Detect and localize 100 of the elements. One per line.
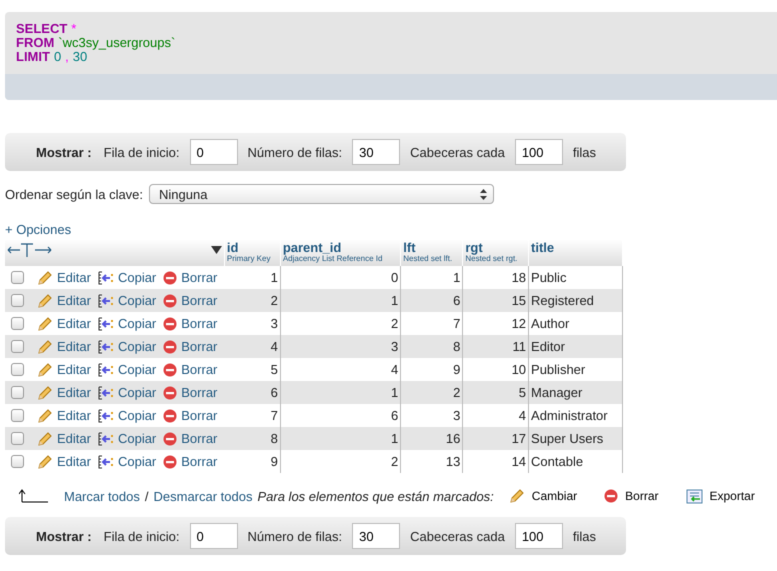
headers-every-field[interactable]: 100: [514, 139, 563, 165]
row-action-link[interactable]: Editar: [57, 385, 91, 400]
pencil-icon: [37, 362, 53, 378]
row-count-field[interactable]: 30: [352, 139, 400, 165]
copy-icon: [98, 340, 114, 354]
options-link[interactable]: + Opciones: [5, 223, 777, 237]
delete-icon: [604, 489, 618, 503]
row-checkbox[interactable]: [11, 294, 24, 307]
table-cell: 11: [462, 335, 529, 358]
row-action-link[interactable]: Borrar: [181, 408, 218, 423]
row-checkbox[interactable]: [11, 271, 24, 284]
row-checkbox[interactable]: [11, 432, 24, 445]
row-count-field[interactable]: 30: [352, 523, 400, 549]
row-action-link[interactable]: Borrar: [181, 293, 218, 308]
table-cell: 9: [224, 450, 280, 473]
copy-icon: [98, 270, 114, 284]
pencil-icon: [37, 316, 53, 332]
table-cell: 1: [280, 289, 401, 312]
row-count-label: Número de filas:: [248, 528, 342, 544]
sort-dropdown[interactable]: Ninguna: [149, 184, 494, 204]
pencil-icon: [37, 430, 53, 446]
row-action-link[interactable]: Copiar: [118, 385, 156, 400]
sql-token: FROM: [16, 36, 54, 50]
row-action-link[interactable]: Borrar: [181, 270, 218, 285]
row-action-link[interactable]: Editar: [57, 408, 91, 423]
sql-token: 0: [54, 50, 62, 64]
column-arrows-icon[interactable]: [7, 243, 53, 257]
row-action-link[interactable]: Borrar: [181, 316, 218, 331]
table-cell: 3: [224, 312, 280, 335]
sort-label: Ordenar según la clave:: [5, 186, 144, 202]
start-row-field[interactable]: 0: [190, 523, 238, 549]
row-action-link[interactable]: Editar: [57, 316, 91, 331]
select-arrow-icon: [19, 489, 49, 503]
row-action-link[interactable]: Copiar: [118, 431, 156, 446]
row-action-link[interactable]: Copiar: [118, 270, 156, 285]
row-action-link[interactable]: Editar: [57, 339, 91, 354]
row-action-link[interactable]: Editar: [57, 293, 91, 308]
headers-every-field[interactable]: 100: [514, 523, 563, 549]
headers-every-label: Cabeceras cada: [410, 144, 505, 160]
row-action-link[interactable]: Editar: [57, 362, 91, 377]
table-cell: 2: [400, 381, 463, 404]
column-header[interactable]: id: [226, 241, 278, 254]
table-cell: 7: [224, 404, 280, 427]
row-action-link[interactable]: Borrar: [181, 339, 218, 354]
table-cell: Editor: [528, 335, 622, 358]
bulk-action-button[interactable]: Cambiar: [508, 488, 578, 504]
delete-icon: [163, 386, 178, 400]
row-checkbox[interactable]: [11, 340, 24, 353]
table-cell: 4: [280, 358, 401, 381]
table-cell: Registered: [528, 289, 622, 312]
column-header[interactable]: lft: [403, 241, 460, 254]
column-header[interactable]: parent_id: [282, 241, 398, 254]
table-cell: 3: [280, 335, 401, 358]
row-checkbox[interactable]: [11, 386, 24, 399]
row-checkbox[interactable]: [11, 317, 24, 330]
row-action-link[interactable]: Copiar: [118, 293, 156, 308]
pencil-icon: [37, 454, 53, 470]
pencil-icon: [37, 338, 53, 354]
bulk-action-button[interactable]: Exportar: [686, 488, 755, 504]
pencil-icon: [508, 488, 525, 504]
row-action-link[interactable]: Editar: [57, 454, 91, 469]
row-action-link[interactable]: Editar: [57, 270, 91, 285]
row-checkbox[interactable]: [11, 363, 24, 376]
sql-token: `wc3sy_usergroups`: [58, 36, 176, 50]
delete-icon: [163, 294, 178, 308]
pencil-icon: [37, 408, 53, 424]
check-all-link[interactable]: Marcar todos: [64, 488, 140, 504]
row-action-link[interactable]: Copiar: [118, 339, 156, 354]
copy-icon: [98, 432, 114, 446]
copy-icon: [98, 386, 114, 400]
row-checkbox[interactable]: [11, 455, 24, 468]
table-cell: Publisher: [528, 358, 622, 381]
row-action-link[interactable]: Borrar: [181, 362, 218, 377]
row-action-link[interactable]: Borrar: [181, 454, 218, 469]
bulk-action-button[interactable]: Borrar: [604, 489, 658, 503]
pencil-icon: [37, 384, 53, 400]
sort-triangle-icon[interactable]: [210, 246, 222, 254]
table-cell: Administrator: [528, 404, 622, 427]
delete-icon: [163, 454, 178, 468]
pencil-icon: [37, 270, 53, 286]
table-cell: 10: [462, 358, 529, 381]
row-action-link[interactable]: Borrar: [181, 385, 218, 400]
row-action-link[interactable]: Copiar: [118, 454, 156, 469]
row-checkbox[interactable]: [11, 409, 24, 422]
column-header[interactable]: rgt: [465, 241, 526, 254]
row-count-label: Número de filas:: [248, 144, 342, 160]
row-action-link[interactable]: Editar: [57, 431, 91, 446]
row-action-link[interactable]: Copiar: [118, 408, 156, 423]
show-label: Mostrar :: [36, 144, 92, 160]
row-action-link[interactable]: Copiar: [118, 316, 156, 331]
row-action-link[interactable]: Copiar: [118, 362, 156, 377]
column-comment: Adjacency List Reference Id: [282, 254, 384, 264]
uncheck-all-link[interactable]: Desmarcar todos: [154, 488, 252, 504]
separator-text: /: [144, 488, 148, 504]
rows-suffix-label: filas: [572, 144, 596, 160]
table-cell: 4: [462, 404, 529, 427]
table-cell: 1: [400, 266, 463, 289]
show-label: Mostrar :: [36, 528, 92, 544]
start-row-field[interactable]: 0: [190, 139, 238, 165]
row-action-link[interactable]: Borrar: [181, 431, 218, 446]
